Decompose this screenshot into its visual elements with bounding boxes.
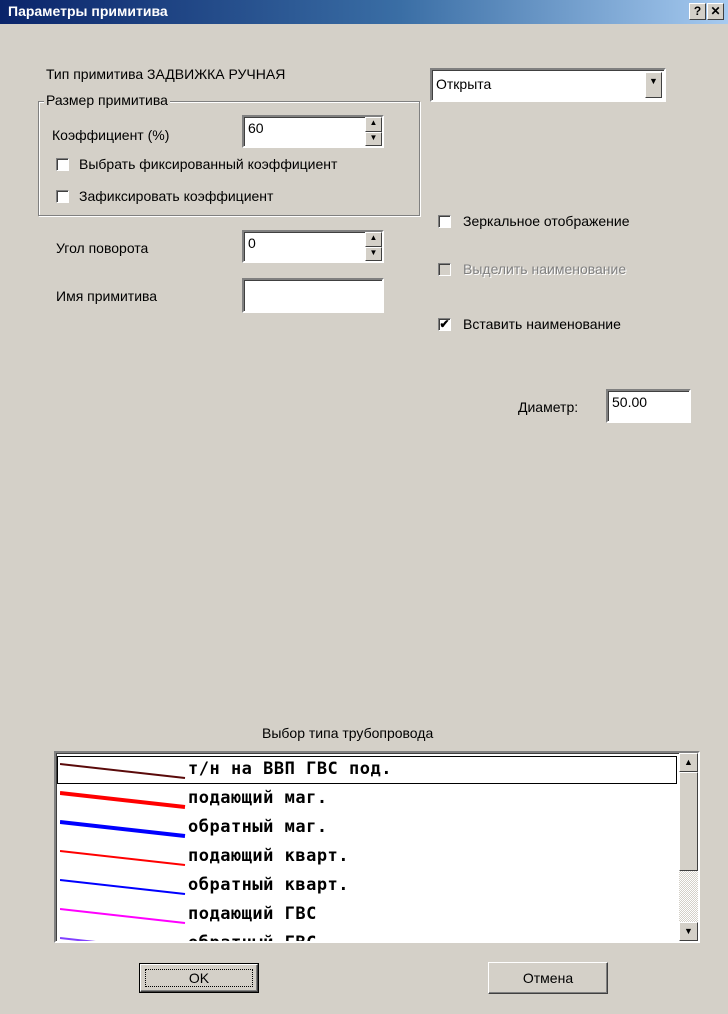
spin-up-icon[interactable]: ▲ xyxy=(365,117,382,132)
angle-label: Угол поворота xyxy=(56,240,149,256)
primitive-type-label: Тип примитива ЗАДВИЖКА РУЧНАЯ xyxy=(46,66,286,82)
angle-spinner[interactable]: ▲ ▼ xyxy=(365,232,382,261)
pipeline-item[interactable]: обратный кварт. xyxy=(56,871,678,901)
diameter-value: 50.00 xyxy=(612,394,648,410)
focus-rect xyxy=(145,969,253,987)
pipe-line-icon xyxy=(60,820,186,838)
pipeline-item-label: обратный кварт. xyxy=(188,875,350,895)
diameter-label: Диаметр: xyxy=(518,399,579,415)
scroll-up-icon[interactable]: ▲ xyxy=(679,753,698,772)
pipeline-rows: т/н на ВВП ГВС под. подающий маг. обратный… xyxy=(56,753,678,941)
angle-value: 0 xyxy=(248,235,256,251)
insert-name-checkbox[interactable]: ✔ xyxy=(438,318,451,331)
pipe-line-icon xyxy=(60,879,186,895)
pipe-line-icon xyxy=(60,763,186,779)
pipeline-item-label: т/н на ВВП ГВС под. xyxy=(188,759,392,779)
pipeline-item[interactable]: подающий ГВС xyxy=(56,900,678,930)
chevron-down-icon[interactable]: ▼ xyxy=(645,72,662,98)
close-button[interactable]: ✕ xyxy=(707,3,724,20)
pipeline-item-label: подающий маг. xyxy=(188,788,328,808)
pipe-line-icon xyxy=(60,850,186,866)
pipeline-title: Выбор типа трубопровода xyxy=(262,725,434,741)
scroll-thumb[interactable] xyxy=(679,772,698,871)
pipeline-listbox[interactable]: т/н на ВВП ГВС под. подающий маг. обратный… xyxy=(54,751,700,943)
state-select[interactable]: Открыта ▼ xyxy=(430,68,666,102)
name-label: Имя примитива xyxy=(56,288,158,304)
pipe-line-icon xyxy=(60,908,186,924)
coef-value: 60 xyxy=(248,120,264,136)
mirror-label[interactable]: Зеркальное отображение xyxy=(463,213,630,229)
pipe-line-icon xyxy=(60,937,96,941)
pipeline-item[interactable]: подающий кварт. xyxy=(56,842,678,872)
coef-spinner[interactable]: ▲ ▼ xyxy=(365,117,382,146)
highlight-name-checkbox xyxy=(438,263,451,276)
choose-fixed-checkbox[interactable] xyxy=(56,158,69,171)
spin-up-icon[interactable]: ▲ xyxy=(365,232,382,247)
pipeline-scrollbar[interactable]: ▲ ▼ xyxy=(679,753,698,941)
diameter-input[interactable]: 50.00 xyxy=(606,389,691,423)
name-input[interactable] xyxy=(242,278,384,313)
cancel-button-label: Отмена xyxy=(522,970,574,986)
insert-name-label[interactable]: Вставить наименование xyxy=(463,316,621,332)
pipeline-item-label: подающий ГВС xyxy=(188,904,317,924)
fix-coef-checkbox[interactable] xyxy=(56,190,69,203)
pipeline-item-label: обратный ГВС xyxy=(188,933,317,941)
coef-input[interactable]: 60 ▲ ▼ xyxy=(242,115,384,148)
fix-coef-label[interactable]: Зафиксировать коэффициент xyxy=(79,188,273,204)
pipeline-item[interactable]: обратный маг. xyxy=(56,813,678,843)
pipeline-item[interactable]: т/н на ВВП ГВС под. xyxy=(56,755,678,785)
spin-down-icon[interactable]: ▼ xyxy=(365,246,382,261)
pipeline-item[interactable]: обратный ГВС xyxy=(56,929,678,941)
choose-fixed-label[interactable]: Выбрать фиксированный коэффициент xyxy=(79,156,337,172)
scroll-down-icon[interactable]: ▼ xyxy=(679,922,698,941)
spin-down-icon[interactable]: ▼ xyxy=(365,131,382,146)
pipe-line-icon xyxy=(60,791,186,809)
size-group-label: Размер примитива xyxy=(44,92,170,108)
pipeline-item[interactable]: подающий маг. xyxy=(56,784,678,814)
coef-label: Коэффициент (%) xyxy=(52,127,170,143)
pipeline-item-label: подающий кварт. xyxy=(188,846,350,866)
scroll-track[interactable] xyxy=(679,871,698,922)
cancel-button[interactable]: Отмена xyxy=(488,962,608,994)
check-icon: ✔ xyxy=(439,317,450,331)
state-select-value: Открыта xyxy=(436,76,492,92)
help-button[interactable]: ? xyxy=(689,3,706,20)
angle-input[interactable]: 0 ▲ ▼ xyxy=(242,230,384,263)
mirror-checkbox[interactable] xyxy=(438,215,451,228)
window-title: Параметры примитива xyxy=(8,3,168,19)
pipeline-item-label: обратный маг. xyxy=(188,817,328,837)
ok-button[interactable]: OK xyxy=(139,963,259,993)
highlight-name-label: Выделить наименование xyxy=(463,261,627,277)
